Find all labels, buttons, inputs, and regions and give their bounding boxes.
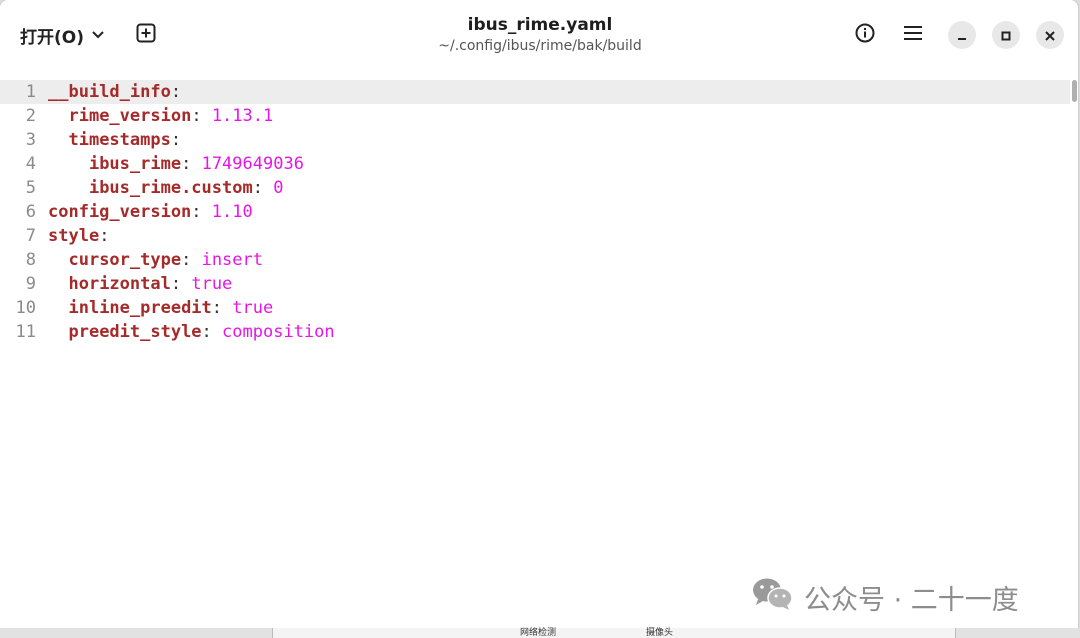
- code-text: cursor_type: insert: [48, 248, 263, 272]
- yaml-value: 0: [273, 178, 284, 198]
- editor-window: 打开(O) ibus_rime.yaml ~/.config/ibus/rime…: [0, 0, 1078, 628]
- line-number: 4: [25, 154, 36, 174]
- background-cell-network: 网络检测: [520, 628, 557, 638]
- code-text: ibus_rime.custom: 0: [48, 176, 284, 200]
- code-text: __build_info:: [48, 80, 181, 104]
- yaml-colon: :: [181, 250, 192, 270]
- yaml-key: timestamps: [68, 130, 171, 150]
- close-icon: [1045, 26, 1055, 45]
- yaml-colon: :: [191, 106, 202, 126]
- maximize-button[interactable]: [992, 21, 1020, 49]
- code-text: config_version: 1.10: [48, 200, 253, 224]
- open-button-label: 打开(O): [20, 27, 84, 48]
- yaml-value: 1749649036: [201, 154, 304, 174]
- line-number: 8: [25, 250, 36, 270]
- yaml-colon: :: [170, 82, 182, 102]
- code-line[interactable]: 6 config_version: 1.10: [0, 200, 1070, 224]
- wechat-icon: [752, 577, 794, 618]
- chevron-down-icon: [92, 27, 104, 43]
- code-text: ibus_rime: 1749649036: [48, 152, 304, 176]
- info-icon: [855, 23, 875, 47]
- yaml-colon: :: [211, 298, 223, 318]
- code-line[interactable]: 3 timestamps:: [0, 128, 1070, 152]
- code-line[interactable]: 2 rime_version: 1.13.1: [0, 104, 1070, 128]
- line-number: 10: [15, 298, 36, 318]
- yaml-key: cursor_type: [68, 250, 182, 270]
- yaml-value: true: [232, 298, 274, 318]
- yaml-key: ibus_rime: [88, 154, 182, 174]
- background-cell-camera: 摄像头: [646, 628, 674, 638]
- hamburger-menu-icon: [904, 25, 922, 45]
- yaml-colon: :: [170, 274, 182, 294]
- yaml-colon: :: [170, 130, 182, 150]
- vertical-scrollbar[interactable]: [1070, 80, 1078, 628]
- line-number: 1: [25, 82, 36, 102]
- code-text: style:: [48, 224, 109, 248]
- watermark: 公众号 · 二十一度: [752, 577, 1019, 618]
- code-text: timestamps:: [48, 128, 181, 152]
- scrollbar-thumb[interactable]: [1072, 80, 1077, 102]
- line-number: 5: [25, 178, 36, 198]
- window-subtitle: ~/.config/ibus/rime/bak/build: [438, 38, 642, 54]
- maximize-icon: [1001, 26, 1011, 45]
- line-number: 7: [25, 226, 36, 246]
- yaml-key: config_version: [48, 202, 192, 222]
- yaml-value: 1.13.1: [211, 106, 274, 126]
- yaml-key: horizontal: [68, 274, 171, 294]
- background-panel: [272, 628, 956, 638]
- yaml-key: __build_info: [48, 82, 171, 102]
- code-line[interactable]: 8 cursor_type: insert: [0, 248, 1070, 272]
- main-menu-button[interactable]: [898, 20, 928, 50]
- code-text: rime_version: 1.13.1: [48, 104, 273, 128]
- code-text: preedit_style: composition: [48, 320, 335, 344]
- yaml-value: composition: [222, 322, 335, 342]
- yaml-colon: :: [99, 226, 110, 246]
- line-number: 6: [25, 202, 36, 222]
- header-bar: 打开(O) ibus_rime.yaml ~/.config/ibus/rime…: [0, 0, 1078, 70]
- text-editor[interactable]: 1 __build_info: 2 rime_version: 1.13.1 3 ti…: [0, 80, 1070, 628]
- yaml-colon: :: [181, 154, 192, 174]
- yaml-colon: :: [191, 202, 202, 222]
- yaml-key: style: [48, 226, 100, 246]
- info-button[interactable]: [850, 20, 880, 50]
- yaml-value: true: [191, 274, 233, 294]
- minimize-button[interactable]: [948, 21, 976, 49]
- yaml-value: 1.10: [211, 202, 253, 222]
- window-title: ibus_rime.yaml: [467, 15, 613, 35]
- yaml-colon: :: [252, 178, 263, 198]
- yaml-colon: :: [201, 322, 212, 342]
- code-line[interactable]: 1 __build_info:: [0, 80, 1070, 104]
- code-line[interactable]: 10 inline_preedit: true: [0, 296, 1070, 320]
- new-tab-button[interactable]: [132, 20, 160, 50]
- code-text: horizontal: true: [48, 272, 232, 296]
- line-number: 9: [25, 274, 36, 294]
- open-button[interactable]: 打开(O): [12, 18, 112, 52]
- background-window: 网络检测 摄像头: [0, 628, 1080, 638]
- line-number: 2: [25, 106, 36, 126]
- yaml-key: inline_preedit: [68, 298, 212, 318]
- new-tab-icon: [136, 23, 156, 47]
- close-button[interactable]: [1036, 21, 1064, 49]
- code-line[interactable]: 5 ibus_rime.custom: 0: [0, 176, 1070, 200]
- watermark-text: 公众号 · 二十一度: [804, 585, 1019, 616]
- code-line[interactable]: 7 style:: [0, 224, 1070, 248]
- yaml-key: preedit_style: [68, 322, 202, 342]
- yaml-value: insert: [201, 250, 263, 270]
- code-line[interactable]: 4 ibus_rime: 1749649036: [0, 152, 1070, 176]
- code-line[interactable]: 9 horizontal: true: [0, 272, 1070, 296]
- line-number: 3: [25, 130, 36, 150]
- code-text: inline_preedit: true: [48, 296, 273, 320]
- yaml-key: ibus_rime.custom: [88, 178, 253, 198]
- yaml-key: rime_version: [68, 106, 192, 126]
- line-number: 11: [15, 322, 36, 342]
- minimize-icon: [957, 26, 967, 45]
- title-area: ibus_rime.yaml ~/.config/ibus/rime/bak/b…: [340, 14, 740, 56]
- code-line[interactable]: 11 preedit_style: composition: [0, 320, 1070, 344]
